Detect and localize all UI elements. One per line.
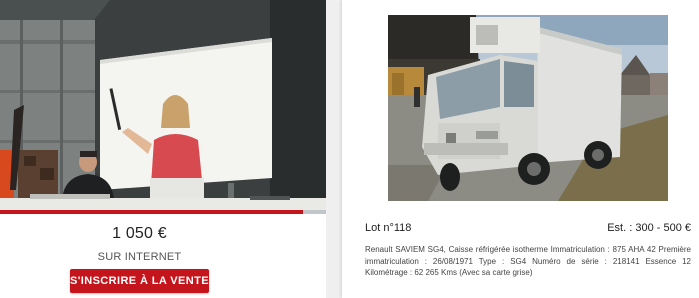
- lot-number: Lot n°118: [365, 222, 412, 234]
- video-frame: [0, 0, 326, 212]
- live-auction-panel: 1 050 € SUR INTERNET S'INSCRIRE À LA VEN…: [0, 0, 326, 298]
- live-video-feed[interactable]: [0, 0, 326, 212]
- bid-channel-label: SUR INTERNET: [97, 251, 182, 263]
- lot-description: Renault SAVIEM SG4, Caisse réfrigérée is…: [365, 245, 691, 277]
- lot-estimate: Est. : 300 - 500 €: [607, 222, 691, 234]
- lot-photo[interactable]: [388, 15, 668, 201]
- lot-truck-image: [388, 15, 668, 201]
- register-sale-button[interactable]: S'INSCRIRE À LA VENTE: [70, 269, 209, 293]
- video-progress-bar: [0, 210, 326, 214]
- lot-card: Lot n°118 Est. : 300 - 500 € Renault SAV…: [342, 0, 699, 298]
- current-bid-amount: 1 050 €: [112, 225, 167, 242]
- video-progress-fill: [0, 210, 304, 214]
